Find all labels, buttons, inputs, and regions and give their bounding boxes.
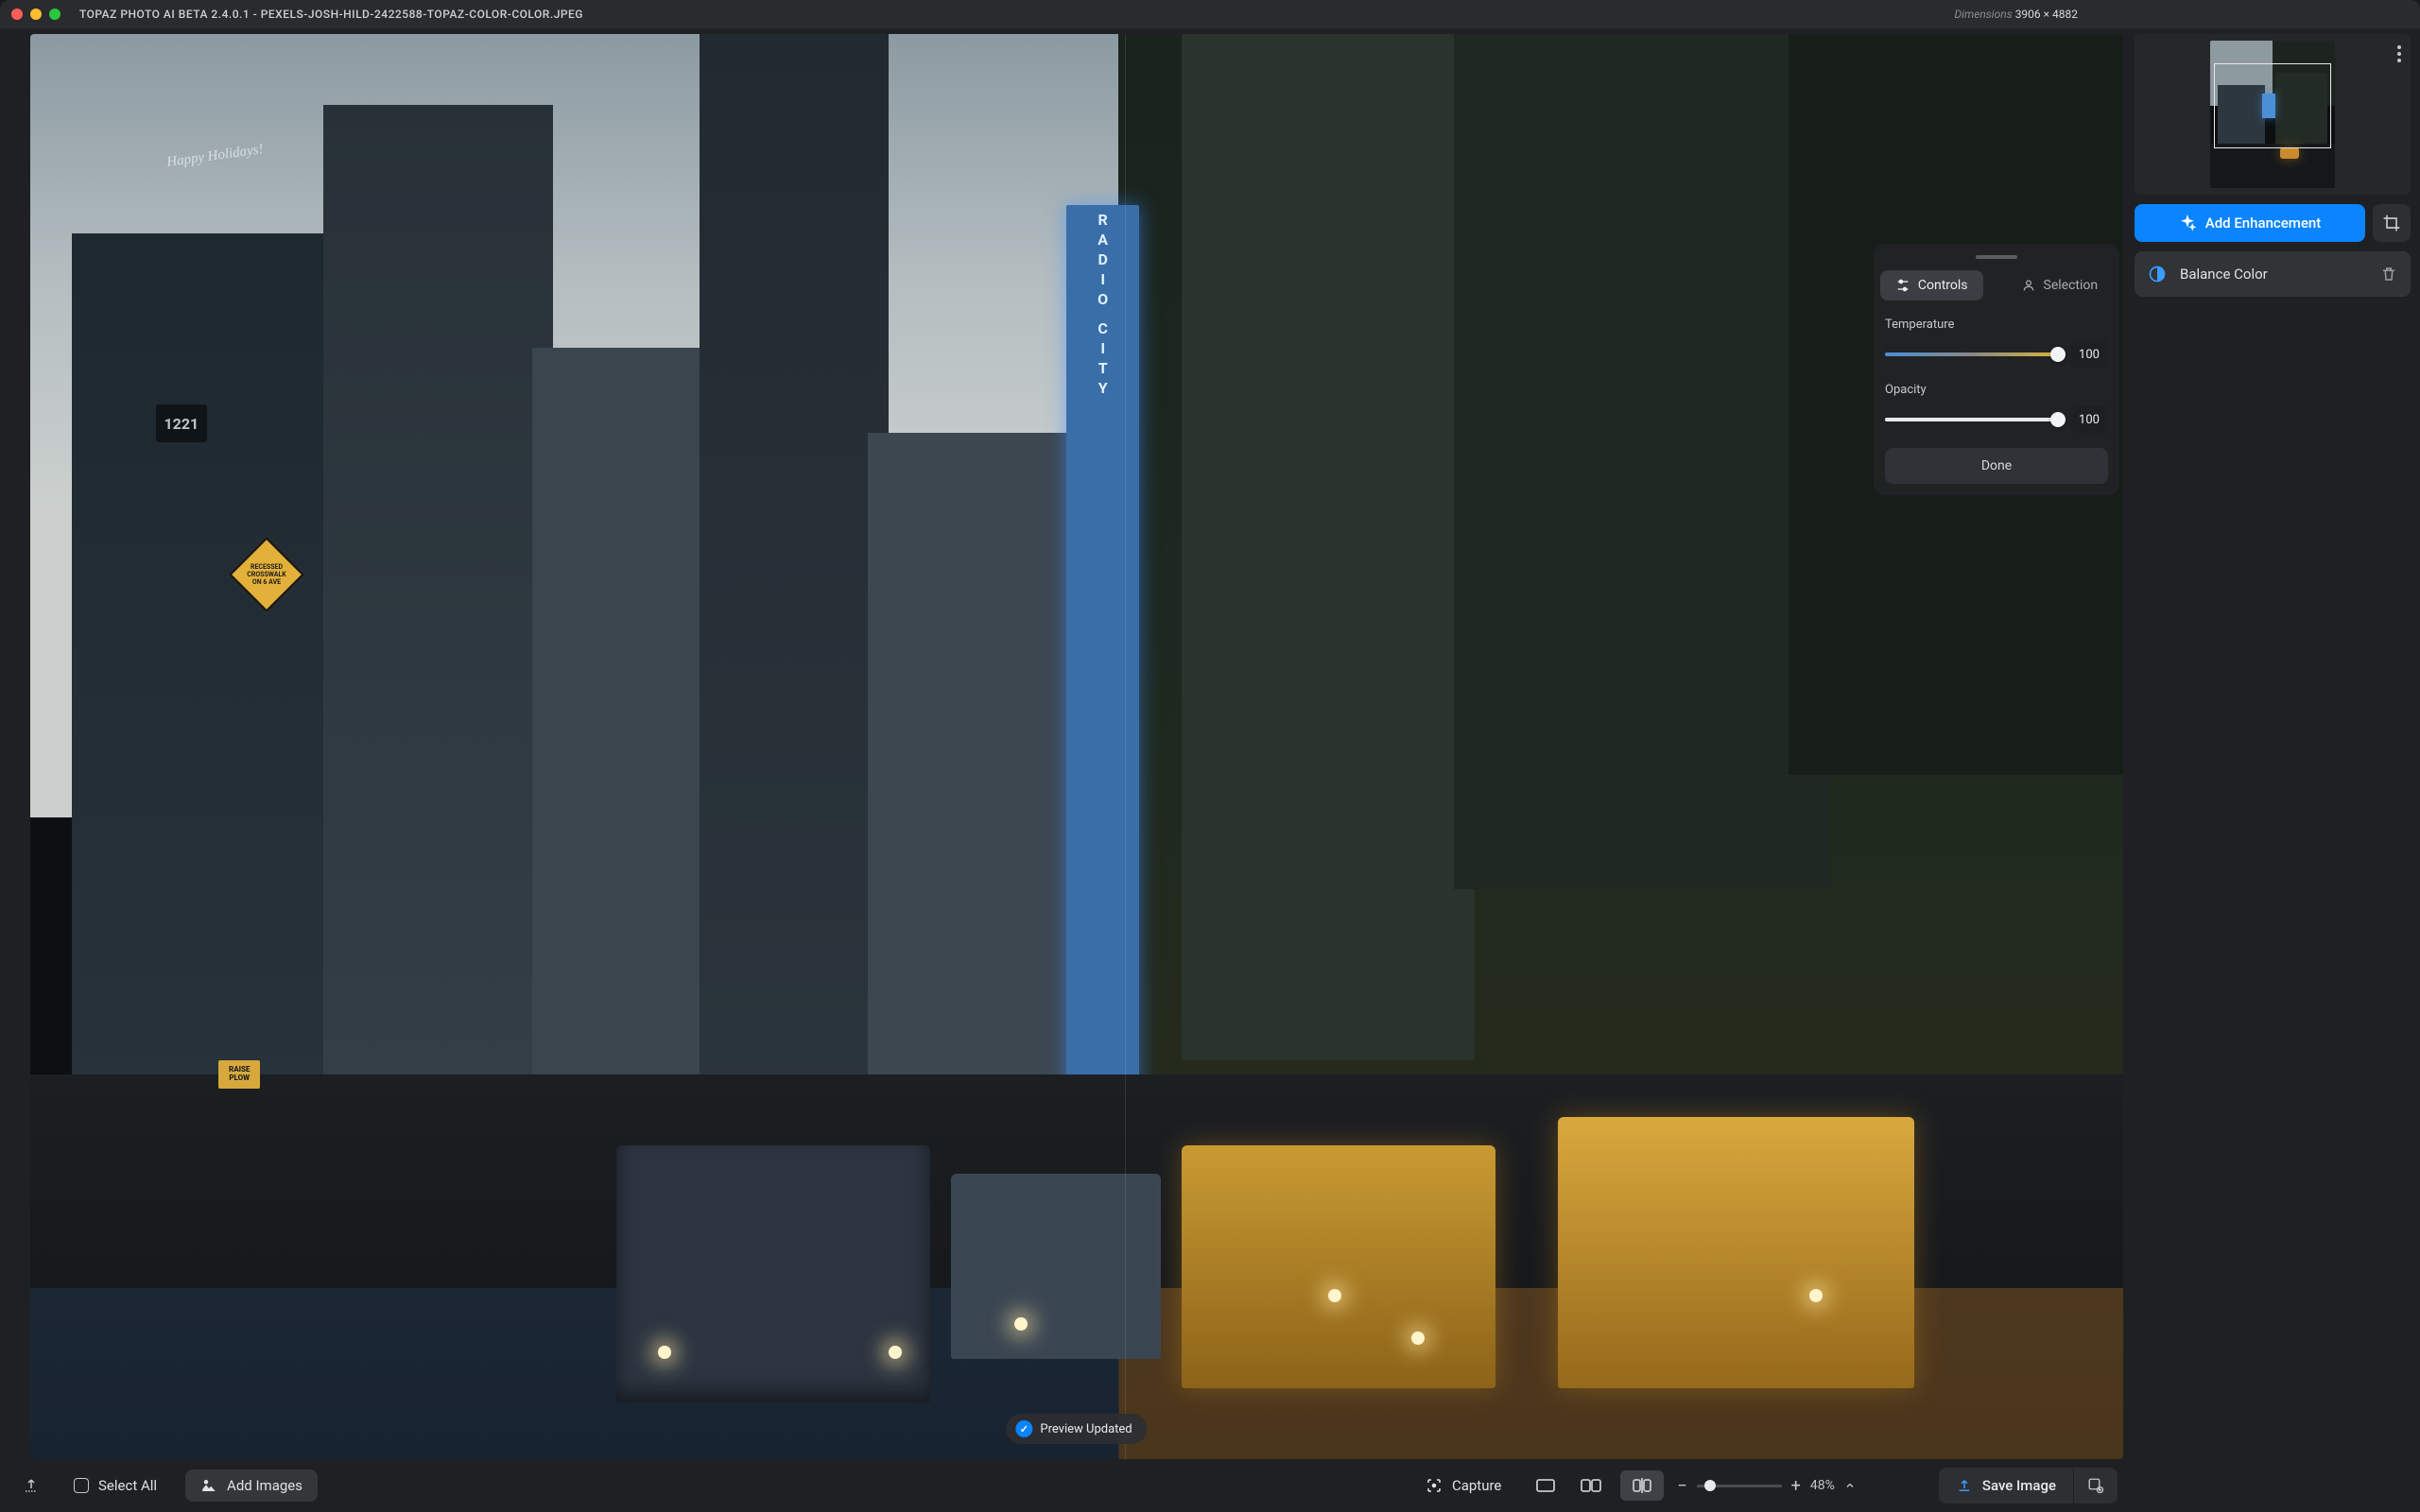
thumbnail-navigator[interactable] bbox=[2135, 34, 2411, 195]
crop-icon bbox=[2382, 214, 2401, 232]
tab-selection[interactable]: Selection bbox=[2006, 270, 2114, 301]
right-sidebar: Add Enhancement Balance Color bbox=[2129, 28, 2420, 1512]
canvas-container: RADIOCITY Happy Holidays! 1221 RECESSEDC… bbox=[0, 28, 2129, 1459]
zoom-slider[interactable] bbox=[1697, 1485, 1782, 1487]
capture-button[interactable]: Capture bbox=[1410, 1469, 1516, 1502]
drag-handle[interactable] bbox=[1976, 255, 2017, 259]
opacity-value[interactable]: 100 bbox=[2070, 406, 2108, 433]
check-icon: ✓ bbox=[1015, 1420, 1032, 1437]
opacity-slider-row: Opacity 100 bbox=[1885, 383, 2108, 433]
view-single-button[interactable] bbox=[1530, 1472, 1562, 1499]
panel-tabs: Controls Selection bbox=[1885, 270, 2108, 301]
chevron-up-icon bbox=[1844, 1480, 1856, 1491]
opacity-thumb[interactable] bbox=[2050, 412, 2066, 427]
opacity-slider[interactable] bbox=[1885, 418, 2059, 421]
canvas-zone: RADIOCITY Happy Holidays! 1221 RECESSEDC… bbox=[0, 28, 2129, 1512]
export-icon-button[interactable] bbox=[17, 1471, 45, 1500]
main-body: RADIOCITY Happy Holidays! 1221 RECESSEDC… bbox=[0, 28, 2420, 1512]
window-title: TOPAZ PHOTO AI BETA 2.4.0.1 - PEXELS-JOS… bbox=[79, 8, 1955, 21]
view-side-by-side-button[interactable] bbox=[1575, 1472, 1607, 1499]
app-window: TOPAZ PHOTO AI BETA 2.4.0.1 - PEXELS-JOS… bbox=[0, 0, 2420, 1512]
temperature-thumb[interactable] bbox=[2050, 347, 2066, 362]
person-icon bbox=[2021, 278, 2036, 293]
balance-color-icon bbox=[2148, 265, 2167, 284]
maximize-window-button[interactable] bbox=[49, 9, 60, 20]
bottom-toolbar: Select All Add Images Capture bbox=[0, 1459, 2129, 1512]
save-options-button[interactable] bbox=[2073, 1468, 2118, 1503]
trash-icon bbox=[2380, 266, 2397, 283]
temperature-label: Temperature bbox=[1885, 318, 2108, 332]
upload-icon bbox=[23, 1477, 40, 1494]
capture-icon bbox=[1426, 1477, 1443, 1494]
crop-button[interactable] bbox=[2373, 204, 2411, 242]
viewport-frame[interactable] bbox=[2214, 63, 2331, 148]
image-icon bbox=[200, 1477, 217, 1494]
split-view-icon bbox=[1632, 1478, 1652, 1493]
preview-image[interactable]: RADIOCITY Happy Holidays! 1221 RECESSEDC… bbox=[30, 34, 2123, 1459]
close-window-button[interactable] bbox=[11, 9, 23, 20]
single-view-icon bbox=[1535, 1478, 1556, 1493]
temperature-value[interactable]: 100 bbox=[2070, 341, 2108, 368]
add-images-button[interactable]: Add Images bbox=[185, 1469, 318, 1502]
save-options-icon bbox=[2087, 1477, 2104, 1494]
titlebar: TOPAZ PHOTO AI BETA 2.4.0.1 - PEXELS-JOS… bbox=[0, 0, 2420, 28]
zoom-menu-chevron[interactable] bbox=[1844, 1480, 1856, 1491]
temperature-slider[interactable] bbox=[1885, 352, 2059, 356]
zoom-thumb[interactable] bbox=[1704, 1480, 1716, 1491]
minimize-window-button[interactable] bbox=[30, 9, 42, 20]
thumbnail-image[interactable] bbox=[2210, 41, 2335, 188]
side-by-side-icon bbox=[1581, 1478, 1601, 1493]
add-enhancement-button[interactable]: Add Enhancement bbox=[2135, 204, 2365, 242]
split-divider[interactable] bbox=[1125, 34, 1126, 1459]
done-button[interactable]: Done bbox=[1885, 448, 2108, 484]
temperature-slider-row: Temperature 100 bbox=[1885, 318, 2108, 368]
plow-sign: RAISEPLOW bbox=[218, 1060, 260, 1089]
upload-icon bbox=[1956, 1477, 1973, 1494]
zoom-in-button[interactable]: + bbox=[1791, 1476, 1801, 1496]
enhancement-actions: Add Enhancement bbox=[2135, 204, 2411, 242]
opacity-label: Opacity bbox=[1885, 383, 2108, 397]
window-controls bbox=[11, 9, 60, 20]
image-dimensions: Dimensions 3906 × 4882 bbox=[1955, 8, 2078, 21]
enhancement-item-balance-color[interactable]: Balance Color bbox=[2135, 251, 2411, 297]
view-split-button[interactable] bbox=[1620, 1470, 1664, 1501]
sparkle-icon bbox=[2179, 215, 2196, 232]
enhancement-label: Balance Color bbox=[2180, 266, 2268, 283]
zoom-controls: − + 48% bbox=[1677, 1476, 1856, 1496]
dimensions-value: 3906 × 4882 bbox=[2015, 8, 2078, 21]
controls-panel[interactable]: Controls Selection Temperature 100 bbox=[1874, 244, 2119, 495]
select-all-checkbox[interactable]: Select All bbox=[59, 1469, 172, 1502]
radio-city-sign: RADIOCITY bbox=[1066, 205, 1139, 1103]
save-image-group: Save Image bbox=[1939, 1468, 2118, 1503]
preview-updated-toast: ✓ Preview Updated bbox=[1006, 1414, 1147, 1444]
dimensions-label: Dimensions bbox=[1955, 8, 2013, 21]
thumbnail-menu-button[interactable] bbox=[2397, 45, 2401, 62]
preview-updated-label: Preview Updated bbox=[1040, 1422, 1132, 1436]
building-number-banner: 1221 bbox=[156, 404, 207, 442]
tab-controls[interactable]: Controls bbox=[1880, 270, 1983, 301]
sliders-icon bbox=[1895, 278, 1910, 293]
checkbox-icon bbox=[74, 1478, 89, 1493]
save-image-button[interactable]: Save Image bbox=[1939, 1468, 2073, 1503]
zoom-out-button[interactable]: − bbox=[1677, 1476, 1686, 1496]
zoom-percentage: 48% bbox=[1810, 1478, 1835, 1493]
delete-enhancement-button[interactable] bbox=[2380, 266, 2397, 283]
